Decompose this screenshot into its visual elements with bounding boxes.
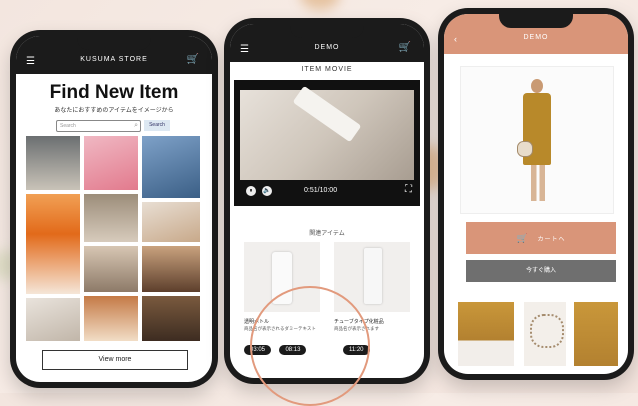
brand-title: KUSUMA STORE [80, 56, 148, 63]
photo-tile[interactable] [84, 136, 138, 190]
cta-label: カートへ [537, 237, 566, 243]
play-pause-button[interactable]: ⏸ [246, 186, 256, 196]
cart-icon: 🛒 [516, 233, 529, 243]
photo-tile[interactable] [84, 296, 138, 341]
photo-tile[interactable] [26, 194, 80, 294]
search-button[interactable]: Search [144, 120, 170, 131]
phone-item-movie: ☰ DEMO 🛒 ITEM MOVIE ⏸ 🔈 0:51/10:00 ⛶ 関連ア… [224, 18, 430, 406]
photo-tile[interactable] [84, 246, 138, 292]
notch [499, 14, 573, 28]
photo-tile[interactable] [142, 136, 200, 198]
photo-tile[interactable] [142, 246, 200, 292]
phone-store-home: ☰ KUSUMA STORE 🛒 Find New Item あなたにおすすめの… [10, 30, 218, 388]
video-player[interactable]: ⏸ 🔈 0:51/10:00 ⛶ [234, 80, 420, 206]
search-icon: ⌕ [134, 122, 138, 129]
page-headline: Find New Item [49, 82, 179, 103]
photo-tile[interactable] [142, 202, 200, 242]
fullscreen-icon[interactable]: ⛶ [405, 184, 412, 195]
video-time: 0:51/10:00 [304, 187, 338, 194]
search-input[interactable]: Search ⌕ [56, 120, 141, 132]
background-blob [300, 0, 340, 10]
view-more-button[interactable]: View more [42, 350, 188, 370]
notch [290, 24, 364, 38]
photo-tile[interactable] [26, 298, 80, 341]
phone-screen: ☰ KUSUMA STORE 🛒 Find New Item あなたにおすすめの… [16, 36, 212, 382]
photo-tile[interactable] [84, 194, 138, 242]
bag-thumb [530, 314, 564, 348]
search-placeholder: Search [60, 123, 76, 129]
phone-product-detail: ‹ DEMO 🛒 カートへ 今すぐ購入 [438, 8, 634, 380]
related-title: 関連アイテム [309, 231, 345, 237]
model-head [531, 79, 543, 93]
model-legs [531, 165, 545, 201]
screen-title: DEMO [314, 44, 340, 51]
highlight-circle [250, 286, 370, 406]
product-image [364, 248, 382, 304]
photo-tile[interactable] [142, 296, 200, 341]
volume-button[interactable]: 🔈 [262, 186, 272, 196]
screen-title: DEMO [523, 34, 549, 41]
thumbnail[interactable] [574, 302, 618, 366]
photo-tile[interactable] [26, 136, 80, 190]
notch [77, 36, 151, 50]
section-title: ITEM MOVIE [301, 66, 353, 73]
thumbnail[interactable] [524, 302, 566, 366]
thumbnail[interactable] [458, 302, 514, 366]
model-bag [517, 141, 533, 157]
product-photo [460, 66, 614, 214]
cart-icon[interactable]: 🛒 [399, 42, 412, 53]
cart-icon[interactable]: 🛒 [187, 54, 200, 65]
photo-grid [26, 136, 202, 341]
phone-screen: ‹ DEMO 🛒 カートへ 今すぐ購入 [444, 14, 628, 374]
add-to-cart-button[interactable]: 🛒 カートへ [466, 222, 616, 254]
page-subheadline: あなたにおすすめのアイテムをイメージから [54, 108, 174, 114]
buy-now-button[interactable]: 今すぐ購入 [466, 260, 616, 282]
